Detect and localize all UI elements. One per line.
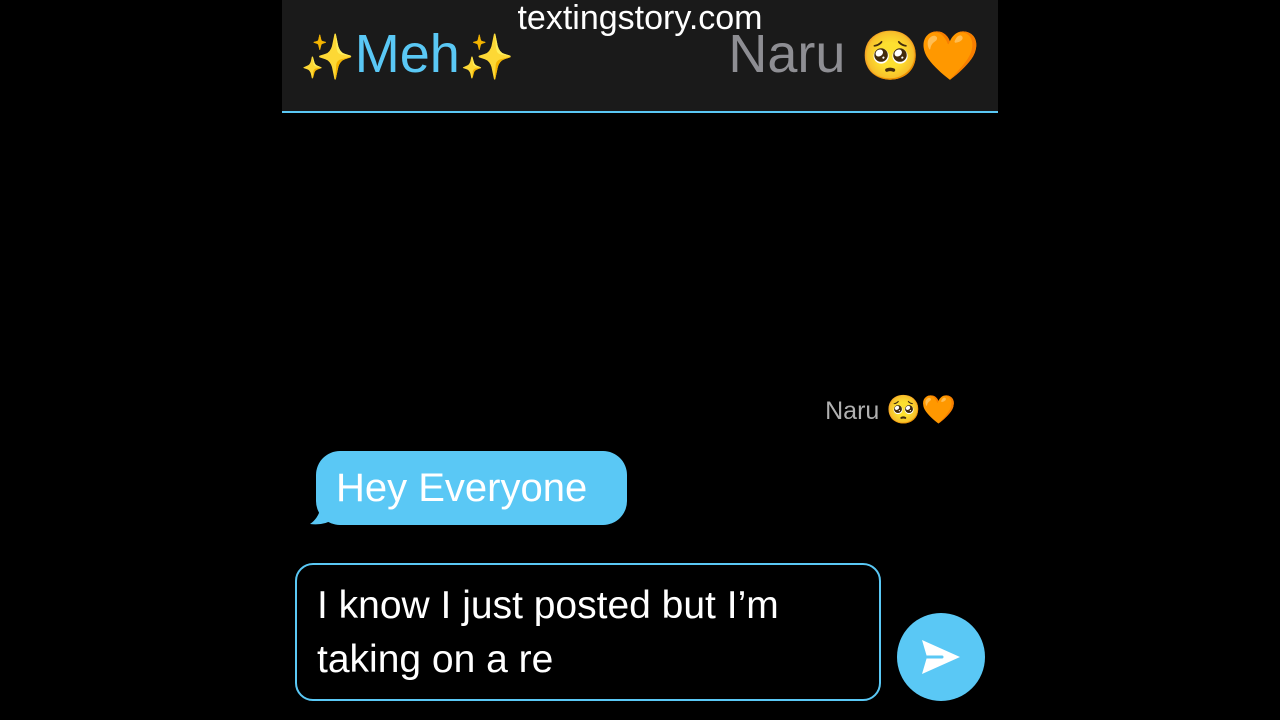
typing-sender-label: Naru 🥺🧡: [825, 390, 956, 431]
pleading-face-icon: 🥺: [860, 30, 921, 83]
message-input[interactable]: I know I just posted but I’m taking on a…: [295, 563, 881, 701]
sparkles-icon: ✨: [300, 33, 355, 82]
send-button[interactable]: [897, 613, 985, 701]
sender-name: Naru: [825, 397, 880, 425]
other-name-text: Naru: [728, 24, 846, 84]
pleading-face-icon: 🥺: [886, 394, 922, 425]
my-name-text: Meh: [354, 24, 460, 84]
chat-screen: textingstory.com ✨Meh✨ Naru 🥺🧡 Naru 🥺🧡 H…: [282, 0, 998, 720]
chat-header: textingstory.com ✨Meh✨ Naru 🥺🧡: [282, 0, 998, 113]
other-contact-name: Naru 🥺🧡: [728, 22, 980, 89]
message-bubble: Hey Everyone: [316, 451, 628, 525]
sparkles-icon: ✨: [459, 33, 515, 82]
my-contact-name: ✨Meh✨: [300, 22, 515, 90]
send-arrow-icon: [922, 640, 960, 674]
orange-heart-icon: 🧡: [921, 394, 956, 425]
orange-heart-icon: 🧡: [920, 30, 980, 83]
screen: textingstory.com ✨Meh✨ Naru 🥺🧡 Naru 🥺🧡 H…: [0, 0, 1280, 720]
